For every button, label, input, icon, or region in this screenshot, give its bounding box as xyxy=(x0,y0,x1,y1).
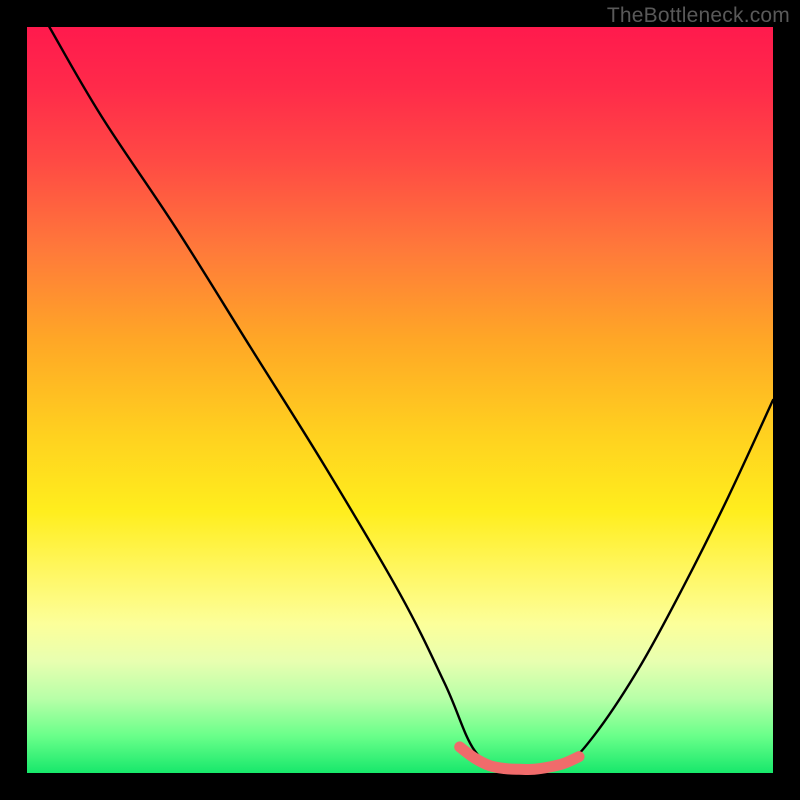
curve-layer xyxy=(27,27,773,773)
optimal-plateau-marker xyxy=(460,747,579,770)
attribution-label: TheBottleneck.com xyxy=(607,4,790,28)
bottleneck-curve xyxy=(49,27,773,772)
chart-frame: TheBottleneck.com xyxy=(0,0,800,800)
